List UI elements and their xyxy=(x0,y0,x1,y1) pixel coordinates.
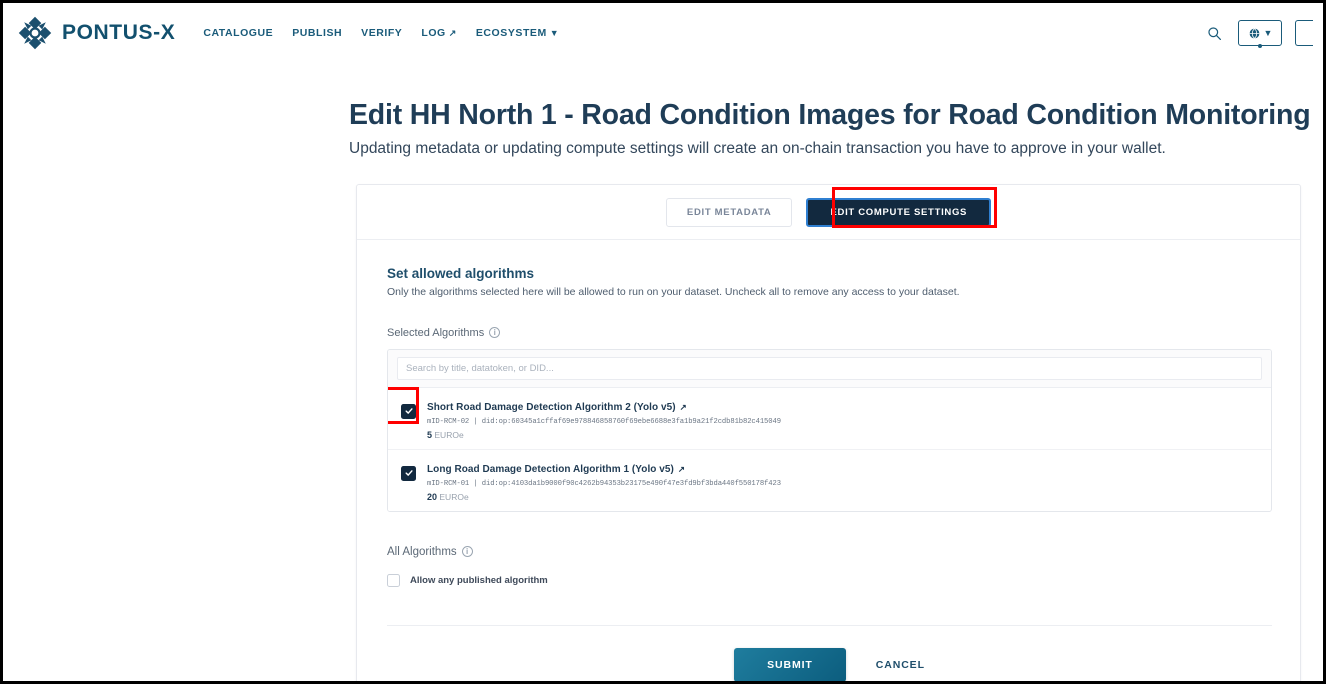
algorithm-did-1: mID-RCM-01 | did:op:4103da1b9000f90c4262… xyxy=(427,479,781,488)
section-title: Set allowed algorithms xyxy=(387,265,535,281)
chevron-down-icon: ▼ xyxy=(549,28,560,38)
page-subtitle: Updating metadata or updating compute se… xyxy=(349,139,1166,157)
info-icon[interactable]: i xyxy=(489,327,501,339)
brand-logo[interactable]: PONTUS-X xyxy=(17,15,175,51)
algorithm-price-currency: EUROe xyxy=(439,491,469,502)
nav-item-verify[interactable]: VERIFY xyxy=(361,27,402,39)
submit-button[interactable]: SUBMIT xyxy=(734,647,846,681)
search-glyph xyxy=(1207,26,1221,40)
network-selector-button[interactable]: ▼ xyxy=(1238,20,1282,48)
search-input[interactable] xyxy=(397,356,1262,380)
selected-algorithms-text: Selected Algorithms xyxy=(387,326,485,339)
algorithm-title-0[interactable]: Short Road Damage Detection Algorithm 2 … xyxy=(427,402,687,413)
algorithm-title-text: Short Road Damage Detection Algorithm 2 … xyxy=(427,401,676,413)
nav-label: CATALOGUE xyxy=(203,27,274,39)
section-description: Only the algorithms selected here will b… xyxy=(387,285,960,298)
site-header: PONTUS-X CATALOGUE PUBLISH VERIFY LOG ↗ … xyxy=(3,3,1323,63)
pontus-x-logo-icon xyxy=(18,16,52,50)
nav-item-ecosystem[interactable]: ECOSYSTEM ▼ xyxy=(476,27,559,39)
algorithms-list: Short Road Damage Detection Algorithm 2 … xyxy=(387,348,1272,512)
external-link-icon: ↗ xyxy=(677,463,686,474)
selected-algorithms-label: Selected Algorithms i xyxy=(387,327,1272,339)
check-icon xyxy=(404,470,413,476)
search-icon[interactable] xyxy=(1203,22,1225,44)
external-link-icon: ↗ xyxy=(679,401,687,412)
chevron-down-icon: ▼ xyxy=(1263,28,1273,38)
check-icon xyxy=(404,408,413,414)
edit-asset-card: EDIT METADATA EDIT COMPUTE SETTINGS Set … xyxy=(356,183,1301,681)
page-title: Edit HH North 1 - Road Condition Images … xyxy=(349,99,1311,131)
algorithm-title-1[interactable]: Long Road Damage Detection Algorithm 1 (… xyxy=(427,464,685,475)
compute-settings-form: Set allowed algorithms Only the algorith… xyxy=(357,240,1300,681)
header-actions: ▼ xyxy=(1203,20,1313,48)
algorithm-meta-1: Long Road Damage Detection Algorithm 1 (… xyxy=(427,459,781,502)
brand-name: PONTUS-X xyxy=(62,21,176,44)
info-icon[interactable]: i xyxy=(461,546,473,558)
all-algorithms-label: All Algorithms i xyxy=(387,546,1272,558)
main-nav: CATALOGUE PUBLISH VERIFY LOG ↗ ECOSYSTEM… xyxy=(203,27,559,39)
app-window: PONTUS-X CATALOGUE PUBLISH VERIFY LOG ↗ … xyxy=(0,0,1326,684)
algorithm-price-0: 5 EUROe xyxy=(427,430,781,440)
form-actions: SUBMIT CANCEL xyxy=(387,624,1272,681)
algorithm-search-row xyxy=(388,349,1271,388)
all-algorithms-text: All Algorithms xyxy=(387,545,457,558)
nav-label: VERIFY xyxy=(361,27,403,39)
table-row[interactable]: Long Road Damage Detection Algorithm 1 (… xyxy=(388,449,1271,511)
algorithm-price-amount: 20 xyxy=(427,491,438,502)
algorithm-price-amount: 5 xyxy=(427,429,433,440)
algorithm-checkbox-0[interactable] xyxy=(401,403,416,419)
algorithm-price-1: 20 EUROe xyxy=(427,492,781,502)
network-globe-icon xyxy=(1249,27,1259,39)
page-head: Edit HH North 1 - Road Condition Images … xyxy=(3,63,1323,158)
allow-any-algorithm-row[interactable]: Allow any published algorithm xyxy=(387,573,1272,587)
algorithm-did-0: mID-RCM-02 | did:op:60345a1cffaf69e97884… xyxy=(427,417,781,426)
wallet-button[interactable] xyxy=(1295,20,1313,46)
nav-item-catalogue[interactable]: CATALOGUE xyxy=(203,27,273,39)
tab-edit-metadata[interactable]: EDIT METADATA xyxy=(665,197,793,227)
algorithm-meta-0: Short Road Damage Detection Algorithm 2 … xyxy=(427,397,781,440)
algorithm-price-currency: EUROe xyxy=(434,429,464,440)
algorithm-title-text: Long Road Damage Detection Algorithm 1 (… xyxy=(427,463,674,475)
table-row[interactable]: Short Road Damage Detection Algorithm 2 … xyxy=(388,386,1271,450)
algorithm-checkbox-1[interactable] xyxy=(401,465,416,481)
nav-label: LOG xyxy=(421,27,446,39)
allow-any-algorithm-label: Allow any published algorithm xyxy=(410,574,548,586)
tab-edit-compute-settings[interactable]: EDIT COMPUTE SETTINGS xyxy=(806,197,992,227)
main-content: Edit HH North 1 - Road Condition Images … xyxy=(3,63,1323,681)
nav-item-log[interactable]: LOG ↗ xyxy=(421,27,457,39)
tab-bar: EDIT METADATA EDIT COMPUTE SETTINGS xyxy=(357,185,1300,240)
allow-any-algorithm-checkbox[interactable] xyxy=(387,573,400,587)
nav-item-publish[interactable]: PUBLISH xyxy=(292,27,342,39)
nav-label: ECOSYSTEM xyxy=(475,27,547,39)
network-status-dot xyxy=(1258,44,1262,48)
cancel-button[interactable]: CANCEL xyxy=(876,659,925,671)
nav-label: PUBLISH xyxy=(292,27,343,39)
external-link-icon: ↗ xyxy=(448,27,457,38)
